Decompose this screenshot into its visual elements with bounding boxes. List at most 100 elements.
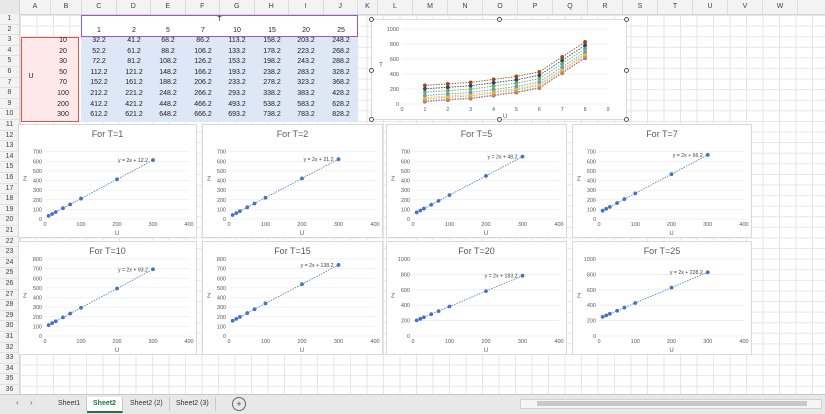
data-value-cell[interactable]: 383.2 (289, 89, 323, 99)
data-value-cell[interactable]: 278.2 (255, 78, 289, 88)
column-header[interactable]: Q (553, 0, 588, 14)
data-value-cell[interactable]: 628.2 (324, 100, 358, 110)
data-value-cell[interactable]: 203.2 (289, 36, 323, 46)
row-header[interactable]: 2 (0, 25, 19, 36)
data-value-cell[interactable]: 166.2 (186, 68, 220, 78)
data-value-cell[interactable]: 583.2 (289, 100, 323, 110)
data-value-cell[interactable]: 538.2 (255, 100, 289, 110)
column-header[interactable]: W (763, 0, 798, 14)
row-header[interactable]: 3 (0, 35, 19, 46)
data-value-cell[interactable]: 288.2 (324, 57, 358, 67)
main-line-chart[interactable]: 0 200 400 600 800 1000 0 1 2 3 4 5 6 7 8 9 T U (369, 17, 629, 122)
row-header[interactable]: 5 (0, 56, 19, 67)
data-value-cell[interactable]: 293.2 (220, 89, 254, 99)
column-header[interactable]: F (186, 0, 220, 14)
column-header[interactable]: L (378, 0, 413, 14)
data-value-cell[interactable]: 68.2 (151, 36, 185, 46)
data-value-cell[interactable]: 121.2 (117, 68, 151, 78)
row-header[interactable]: 10 (0, 109, 19, 120)
scatter-chart-t7[interactable]: For T=7 0 100 200 300 400 500 600 700 0 100 200 300 4… (572, 124, 752, 238)
data-value-cell[interactable]: 783.2 (289, 110, 323, 120)
t-value-cell[interactable]: 5 (151, 26, 185, 36)
data-value-cell[interactable]: 153.2 (220, 57, 254, 67)
row-header[interactable]: 31 (0, 332, 19, 343)
data-value-cell[interactable]: 108.2 (151, 57, 185, 67)
row-header[interactable]: 6 (0, 67, 19, 78)
scatter-chart-t15[interactable]: For T=15 0 100 200 300 400 500 600 700 800 0 100 200… (202, 241, 383, 355)
column-header[interactable]: C (82, 0, 117, 14)
row-header[interactable]: 9 (0, 99, 19, 110)
data-value-cell[interactable]: 328.2 (324, 68, 358, 78)
data-value-cell[interactable]: 72.2 (82, 57, 116, 67)
row-header[interactable]: 12 (0, 131, 19, 142)
data-value-cell[interactable]: 666.2 (186, 110, 220, 120)
u-value-cell[interactable]: 100 (48, 89, 78, 99)
data-value-cell[interactable]: 368.2 (324, 78, 358, 88)
column-header[interactable]: B (51, 0, 82, 14)
row-header[interactable]: 14 (0, 152, 19, 163)
scatter-chart-t25[interactable]: For T=25 0 200 400 600 800 1000 0 100 200 300 400 Z U… (572, 241, 752, 355)
column-header[interactable]: I (289, 0, 324, 14)
data-value-cell[interactable]: 152.2 (82, 78, 116, 88)
tab-sheet2-2[interactable]: Sheet2 (2) (124, 397, 170, 411)
data-value-cell[interactable]: 158.2 (255, 36, 289, 46)
row-header[interactable]: 27 (0, 290, 19, 301)
data-value-cell[interactable]: 221.2 (117, 89, 151, 99)
select-all-corner[interactable] (0, 0, 20, 14)
u-value-cell[interactable]: 300 (48, 110, 78, 120)
u-label-cell[interactable]: U (21, 72, 41, 82)
row-header[interactable]: 26 (0, 279, 19, 290)
column-header[interactable]: R (588, 0, 623, 14)
data-value-cell[interactable]: 238.2 (255, 68, 289, 78)
u-value-cell[interactable]: 70 (48, 78, 78, 88)
t-label-cell[interactable]: T (81, 15, 358, 25)
scatter-chart-t2[interactable]: For T=2 0 100 200 300 400 500 600 700 0 100 200 300 4… (202, 124, 383, 238)
data-value-cell[interactable]: 126.2 (186, 57, 220, 67)
column-header[interactable]: D (117, 0, 151, 14)
row-header[interactable]: 28 (0, 300, 19, 311)
data-value-cell[interactable]: 466.2 (186, 100, 220, 110)
data-value-cell[interactable]: 52.2 (82, 47, 116, 57)
data-value-cell[interactable]: 738.2 (255, 110, 289, 120)
add-sheet-icon[interactable]: + (232, 397, 246, 411)
u-value-cell[interactable]: 30 (48, 57, 78, 67)
t-value-cell[interactable]: 25 (324, 26, 358, 36)
data-value-cell[interactable]: 223.2 (289, 47, 323, 57)
data-value-cell[interactable]: 61.2 (117, 47, 151, 57)
data-value-cell[interactable]: 32.2 (82, 36, 116, 46)
row-header[interactable]: 16 (0, 173, 19, 184)
t-value-cell[interactable]: 2 (117, 26, 151, 36)
data-value-cell[interactable]: 621.2 (117, 110, 151, 120)
column-header[interactable]: J (324, 0, 358, 14)
u-value-cell[interactable]: 50 (48, 68, 78, 78)
column-header[interactable]: O (483, 0, 518, 14)
data-value-cell[interactable]: 648.2 (151, 110, 185, 120)
scatter-chart-t1[interactable]: For T=1 0 100 200 300 400 500 600 700 0 100 200 300 4… (18, 124, 197, 238)
tab-sheet2-3[interactable]: Sheet2 (3) (170, 397, 216, 411)
data-value-cell[interactable]: 188.2 (151, 78, 185, 88)
data-value-cell[interactable]: 412.2 (82, 100, 116, 110)
row-header[interactable]: 33 (0, 353, 19, 364)
row-header[interactable]: 22 (0, 237, 19, 248)
data-value-cell[interactable]: 612.2 (82, 110, 116, 120)
column-header[interactable]: E (151, 0, 186, 14)
row-header[interactable]: 4 (0, 46, 19, 57)
row-header[interactable]: 21 (0, 226, 19, 237)
data-value-cell[interactable]: 448.2 (151, 100, 185, 110)
row-header[interactable]: 35 (0, 374, 19, 385)
horizontal-scrollbar[interactable] (520, 399, 822, 409)
data-value-cell[interactable]: 161.2 (117, 78, 151, 88)
scrollbar-thumb[interactable] (537, 401, 807, 406)
row-header[interactable]: 1 (0, 14, 19, 25)
data-value-cell[interactable]: 86.2 (186, 36, 220, 46)
data-value-cell[interactable]: 41.2 (117, 36, 151, 46)
data-value-cell[interactable]: 206.2 (186, 78, 220, 88)
data-value-cell[interactable]: 428.2 (324, 89, 358, 99)
column-header[interactable]: P (518, 0, 553, 14)
data-value-cell[interactable]: 113.2 (220, 36, 254, 46)
column-header[interactable]: M (413, 0, 448, 14)
data-value-cell[interactable]: 178.2 (255, 47, 289, 57)
sheet-nav-prev-icon[interactable]: ‹ (16, 398, 19, 407)
column-header[interactable]: K (358, 0, 378, 14)
data-value-cell[interactable]: 233.2 (220, 78, 254, 88)
